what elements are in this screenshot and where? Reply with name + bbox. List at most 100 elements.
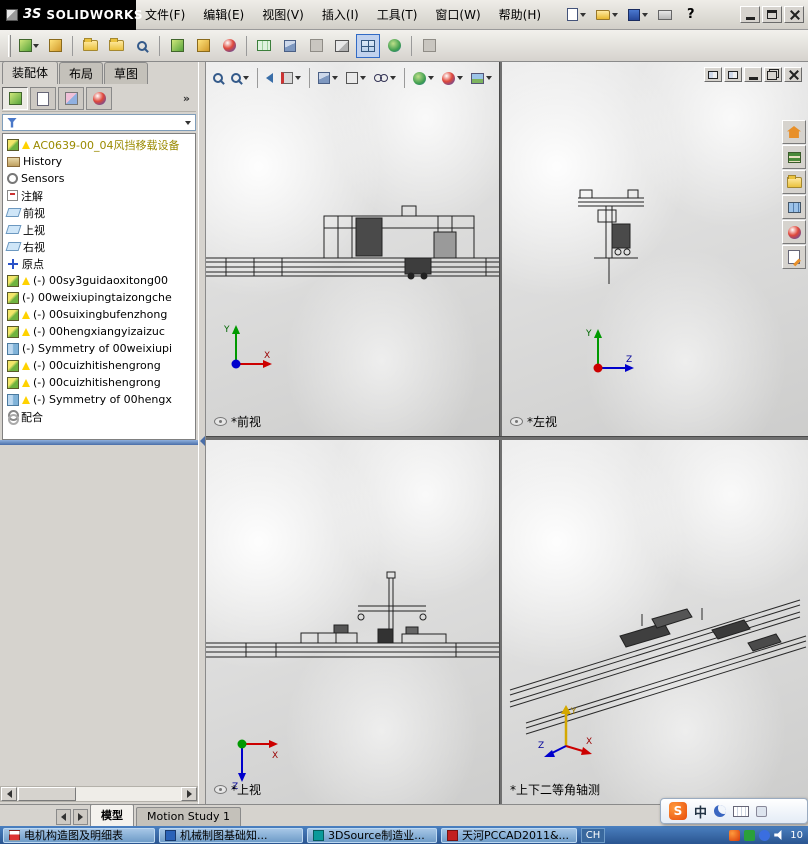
tree-root[interactable]: AC0639-00_04风挡移载设备 xyxy=(5,136,195,153)
maximize-button[interactable] xyxy=(762,6,782,23)
tree-item-origin[interactable]: 原点 xyxy=(5,255,195,272)
tree-item-history[interactable]: History xyxy=(5,153,195,170)
minimize-button[interactable] xyxy=(740,6,760,23)
tree-item-component[interactable]: (-) 00cuizhitishengrong xyxy=(5,374,195,391)
move-component-button[interactable] xyxy=(130,34,154,58)
fullwidth-mode-icon[interactable] xyxy=(714,805,727,817)
tree-item-annotations[interactable]: 注解 xyxy=(5,187,195,204)
tree-item-component[interactable]: (-) 00sy3guidaoxitong00 xyxy=(5,272,195,289)
chevron-down-icon[interactable] xyxy=(185,120,191,125)
assembly-visualization-button[interactable] xyxy=(382,34,406,58)
viewport-vertical-splitter[interactable] xyxy=(499,62,502,804)
panel-splitter[interactable] xyxy=(198,62,206,804)
language-indicator[interactable]: CH xyxy=(581,827,605,843)
view-orientation-button[interactable] xyxy=(315,68,341,88)
viewport-left[interactable]: Y Z *左视 xyxy=(502,62,808,436)
view-palette-button[interactable] xyxy=(782,195,806,219)
insert-components-button[interactable] xyxy=(17,34,41,58)
section-view-button[interactable] xyxy=(278,68,304,88)
tray-status-icon[interactable] xyxy=(744,829,756,841)
soft-keyboard-icon[interactable] xyxy=(733,805,750,817)
menu-window[interactable]: 窗口(W) xyxy=(426,2,489,27)
bill-of-materials-button[interactable] xyxy=(252,34,276,58)
view-settings-button[interactable] xyxy=(468,68,495,88)
tree-item-mates[interactable]: 配合 xyxy=(5,408,195,425)
new-document-button[interactable] xyxy=(564,4,589,26)
display-style-button[interactable] xyxy=(343,68,369,88)
reference-geometry-button[interactable] xyxy=(217,34,241,58)
custom-properties-button[interactable] xyxy=(782,245,806,269)
save-button[interactable] xyxy=(625,4,651,26)
propertymanager-tab[interactable] xyxy=(30,87,56,110)
document-minimize-button[interactable] xyxy=(744,67,762,82)
previous-view-button[interactable] xyxy=(263,68,276,88)
apply-scene-button[interactable] xyxy=(439,68,466,88)
tab-model[interactable]: 模型 xyxy=(90,804,134,826)
tree-item-right-plane[interactable]: 右视 xyxy=(5,238,195,255)
menu-edit[interactable]: 编辑(E) xyxy=(194,2,253,27)
file-explorer-button[interactable] xyxy=(782,170,806,194)
toolbar-grip[interactable] xyxy=(8,34,11,57)
motion-study-button[interactable] xyxy=(417,34,441,58)
sogou-input-icon[interactable]: S xyxy=(669,802,687,820)
scrollbar-thumb[interactable] xyxy=(18,787,76,801)
tree-item-symmetry[interactable]: (-) Symmetry of 00hengx xyxy=(5,391,195,408)
exploded-view-button[interactable] xyxy=(278,34,302,58)
viewport-horizontal-splitter[interactable] xyxy=(206,436,808,440)
menu-file[interactable]: 文件(F) xyxy=(136,2,194,27)
four-view-viewport-button[interactable] xyxy=(356,33,380,58)
tab-layout[interactable]: 布局 xyxy=(59,62,104,84)
tree-split-bar[interactable] xyxy=(0,440,198,445)
tab-motion-study[interactable]: Motion Study 1 xyxy=(136,807,242,826)
resources-button[interactable] xyxy=(782,120,806,144)
zoom-area-button[interactable] xyxy=(228,68,252,88)
tray-network-icon[interactable] xyxy=(759,829,771,841)
help-button[interactable]: ? xyxy=(679,4,703,26)
horizontal-scrollbar[interactable] xyxy=(0,786,198,802)
viewport-pane-button-2[interactable] xyxy=(724,67,742,82)
viewport-top[interactable]: X Z *上视 xyxy=(206,440,499,804)
taskbar-button[interactable]: 电机构造图及明细表 xyxy=(3,827,155,843)
appearances-button[interactable] xyxy=(782,220,806,244)
tree-item-component[interactable]: (-) 00weixiupingtaizongche xyxy=(5,289,195,306)
zoom-fit-button[interactable] xyxy=(210,68,226,88)
taskbar-button[interactable]: 天河PCCAD2011&... xyxy=(441,827,577,843)
document-restore-button[interactable] xyxy=(764,67,782,82)
scroll-left-button[interactable] xyxy=(1,787,17,801)
interference-detection-button[interactable] xyxy=(304,34,328,58)
viewport-isometric[interactable]: Y X Z *上下二等角轴测 xyxy=(502,440,808,804)
tree-item-sensors[interactable]: Sensors xyxy=(5,170,195,187)
tab-scroll-left-button[interactable] xyxy=(56,809,71,825)
design-library-button[interactable] xyxy=(782,145,806,169)
tree-item-component[interactable]: (-) 00suixingbufenzhong xyxy=(5,306,195,323)
chinese-mode-indicator[interactable]: 中 xyxy=(694,802,707,821)
tray-sogou-icon[interactable] xyxy=(729,829,741,841)
open-button[interactable] xyxy=(593,4,621,26)
tree-item-top-plane[interactable]: 上视 xyxy=(5,221,195,238)
featuremanager-tab[interactable] xyxy=(2,87,28,110)
menu-help[interactable]: 帮助(H) xyxy=(490,2,550,27)
scroll-right-button[interactable] xyxy=(181,787,197,801)
tree-item-symmetry[interactable]: (-) Symmetry of 00weixiupi xyxy=(5,340,195,357)
taskbar-button[interactable]: 机械制图基础知... xyxy=(159,827,303,843)
viewport-front[interactable]: Y X *前视 xyxy=(206,62,499,436)
hide-show-items-button[interactable] xyxy=(371,68,399,88)
tree-item-component[interactable]: (-) 00cuizhitishengrong xyxy=(5,357,195,374)
collapse-panel-arrow-icon[interactable] xyxy=(200,436,205,446)
component-pattern-button[interactable] xyxy=(78,34,102,58)
tab-assembly[interactable]: 装配体 xyxy=(2,61,59,84)
close-button[interactable] xyxy=(784,6,804,23)
assembly-features-button[interactable] xyxy=(191,34,215,58)
taskbar-button[interactable]: 3DSource制造业... xyxy=(307,827,437,843)
mate-button[interactable] xyxy=(43,34,67,58)
tab-sketch[interactable]: 草图 xyxy=(104,62,149,84)
configurationmanager-tab[interactable] xyxy=(58,87,84,110)
show-hidden-components-button[interactable] xyxy=(165,34,189,58)
menu-view[interactable]: 视图(V) xyxy=(253,2,313,27)
document-close-button[interactable] xyxy=(784,67,802,82)
viewport-pane-button-1[interactable] xyxy=(704,67,722,82)
displaymanager-tab[interactable] xyxy=(86,87,112,110)
instant3d-button[interactable] xyxy=(330,34,354,58)
tree-item-component[interactable]: (-) 00hengxiangyizaizuc xyxy=(5,323,195,340)
tab-scroll-right-button[interactable] xyxy=(73,809,88,825)
